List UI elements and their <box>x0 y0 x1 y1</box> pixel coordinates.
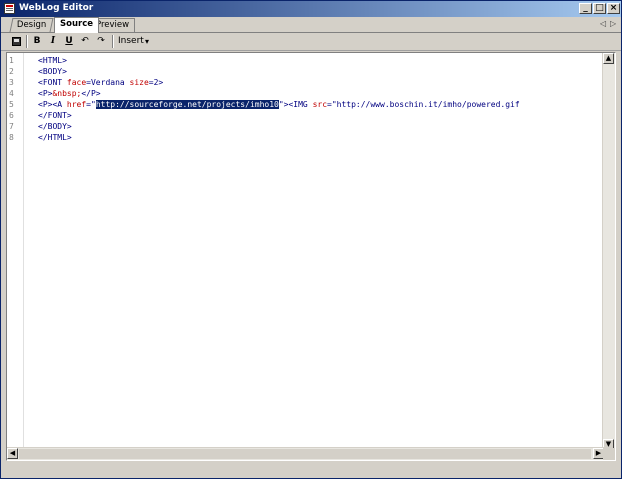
html-tag: </P> <box>81 89 101 98</box>
italic-button[interactable]: I <box>47 34 59 49</box>
tab-bar: Design Source Preview ◁ ▷ <box>1 17 621 33</box>
html-entity: &nbsp; <box>52 89 82 98</box>
tab-design[interactable]: Design <box>9 18 54 32</box>
html-tag: <BODY> <box>38 67 67 76</box>
line-number: 7 <box>9 122 14 131</box>
line-number: 4 <box>9 89 14 98</box>
title-bar[interactable]: WebLog Editor _ □ × <box>1 1 621 17</box>
scrollbar-corner <box>603 448 615 460</box>
chevron-down-icon[interactable]: ▾ <box>143 34 151 49</box>
line-number: 8 <box>9 133 14 142</box>
code-line[interactable]: <P>&nbsp;</P> <box>38 88 101 99</box>
line-number: 1 <box>9 56 14 65</box>
redo-icon[interactable]: ↷ <box>95 34 107 49</box>
line-number: 6 <box>9 111 14 120</box>
html-tag: <HTML> <box>38 56 67 65</box>
html-tag: <P><A <box>38 100 67 109</box>
line-number: 2 <box>9 67 14 76</box>
tab-source[interactable]: Source <box>54 17 100 33</box>
horizontal-scroll-thumb[interactable] <box>19 449 591 459</box>
tab-scroll-left-icon[interactable]: ◁ <box>600 19 606 28</box>
html-attribute: src <box>312 100 328 109</box>
html-attribute: size <box>129 78 149 87</box>
close-button[interactable]: × <box>607 3 620 14</box>
html-tag: </HTML> <box>38 133 72 142</box>
html-tag: <FONT <box>38 78 67 87</box>
code-line[interactable]: </HTML> <box>38 132 72 143</box>
code-line[interactable]: </FONT> <box>38 110 72 121</box>
tab-scroll-right-icon[interactable]: ▷ <box>610 19 616 28</box>
weblog-editor-window: WebLog Editor _ □ × Design Source Previe… <box>0 0 622 479</box>
code-line[interactable]: <HTML> <box>38 55 67 66</box>
bold-button[interactable]: B <box>31 34 43 49</box>
tab-design-label: Design <box>16 20 47 30</box>
source-code-editor[interactable]: 1 2 3 4 5 6 7 8 <HTML> <BODY> <FONT face… <box>6 52 616 461</box>
attribute-value: =2> <box>148 78 164 87</box>
html-attribute: href <box>66 100 87 109</box>
attribute-value: =Verdana <box>86 78 130 87</box>
underline-button[interactable]: U <box>63 34 75 49</box>
code-line[interactable]: <BODY> <box>38 66 67 77</box>
window-title: WebLog Editor <box>19 3 94 13</box>
html-tag: <P> <box>38 89 53 98</box>
minimize-button[interactable]: _ <box>579 3 592 14</box>
html-tag: "><IMG <box>278 100 313 109</box>
undo-icon[interactable]: ↶ <box>79 34 91 49</box>
horizontal-scrollbar[interactable]: ◀ ▶ <box>7 447 604 460</box>
line-number: 5 <box>9 100 14 109</box>
toolbar: B I U ↶ ↷ Insert ▾ <box>1 33 621 51</box>
scroll-up-icon[interactable]: ▲ <box>603 53 614 64</box>
toolbar-separator <box>26 35 28 48</box>
html-attribute: face <box>66 78 87 87</box>
attribute-value: ="http://www.boschin.it/imho/powered.gif <box>327 100 520 109</box>
vertical-scrollbar[interactable]: ▲ ▼ <box>602 53 615 450</box>
selected-text[interactable]: http://sourceforge.net/projects/imho10 <box>95 100 279 109</box>
code-line[interactable]: <P><A href="http://sourceforge.net/proje… <box>38 99 520 110</box>
toolbar-separator <box>112 35 114 48</box>
line-number: 3 <box>9 78 14 87</box>
app-icon <box>4 3 15 14</box>
code-line[interactable]: </BODY> <box>38 121 72 132</box>
html-tag: </BODY> <box>38 122 72 131</box>
html-tag: </FONT> <box>38 111 72 120</box>
line-number-gutter: 1 2 3 4 5 6 7 8 <box>7 53 24 460</box>
attribute-value: =" <box>86 100 96 109</box>
save-icon[interactable] <box>9 34 23 49</box>
maximize-button[interactable]: □ <box>593 3 606 14</box>
insert-menu-button[interactable]: Insert <box>118 34 144 49</box>
code-line[interactable]: <FONT face=Verdana size=2> <box>38 77 163 88</box>
scroll-left-icon[interactable]: ◀ <box>7 448 18 459</box>
